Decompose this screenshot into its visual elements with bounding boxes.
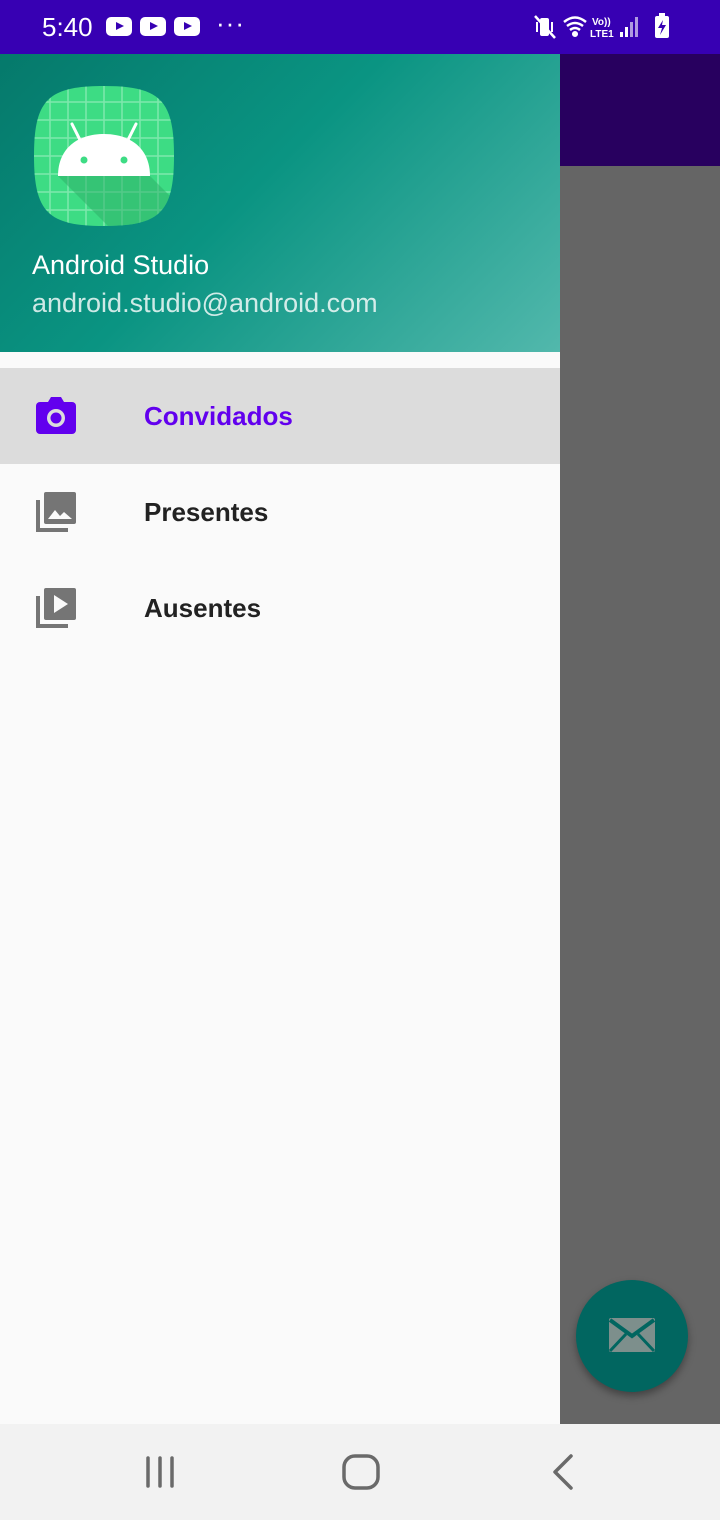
signal-icon: [620, 17, 638, 37]
drawer-item-convidados[interactable]: Convidados: [0, 368, 560, 464]
android-icon: [32, 84, 176, 228]
volte-lte-icon: Vo)) LTE1: [590, 17, 614, 40]
drawer-item-label: Presentes: [144, 497, 269, 527]
battery-charging-icon: [655, 13, 669, 38]
drawer-item-ausentes[interactable]: Ausentes: [0, 560, 560, 656]
status-bar: 5:40 ··· Vo)) LTE1: [0, 0, 720, 54]
video-library-icon: [36, 588, 76, 628]
navigation-drawer: Android Studio android.studio@android.co…: [0, 54, 560, 1424]
back-icon[interactable]: [539, 1448, 587, 1496]
system-nav-bar: [0, 1424, 720, 1520]
mail-fab-button[interactable]: [576, 1280, 688, 1392]
mute-vibrate-icon: [534, 15, 556, 39]
home-icon[interactable]: [337, 1448, 385, 1496]
youtube-icon: [106, 17, 132, 36]
lte-label: LTE1: [590, 29, 614, 40]
youtube-icon: [140, 17, 166, 36]
drawer-header: Android Studio android.studio@android.co…: [0, 54, 560, 352]
youtube-icon: [174, 17, 200, 36]
volte-label: Vo)): [592, 17, 611, 28]
gallery-icon: [36, 492, 76, 532]
status-time: 5:40: [42, 12, 93, 42]
wifi-icon: [563, 16, 587, 38]
recents-icon[interactable]: [136, 1448, 184, 1496]
status-icons: Vo)) LTE1: [534, 10, 684, 44]
drawer-item-label: Ausentes: [144, 593, 262, 623]
overflow-dots: ···: [216, 8, 245, 38]
mail-icon: [608, 1318, 656, 1353]
camera-icon: [36, 397, 76, 434]
header-user-email: android.studio@android.com: [32, 288, 378, 318]
drawer-item-label: Convidados: [144, 401, 293, 431]
drawer-item-presentes[interactable]: Presentes: [0, 464, 560, 560]
header-user-name: Android Studio: [32, 250, 210, 280]
